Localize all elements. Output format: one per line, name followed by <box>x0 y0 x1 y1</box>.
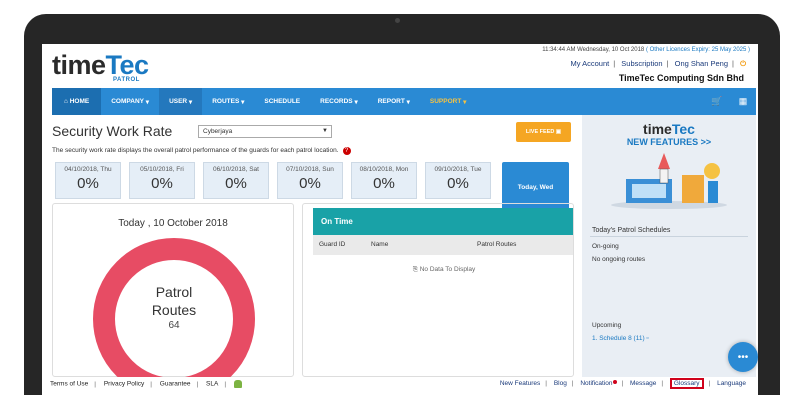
message-link[interactable]: Message <box>630 380 656 387</box>
apps-grid-icon[interactable]: ▦ <box>730 88 756 115</box>
day-card[interactable]: 08/10/2018, Mon 0% <box>351 162 417 199</box>
app-header: timeTec PATROL 11:34:44 AM Wednesday, 10… <box>42 44 758 88</box>
notification-dot <box>612 380 617 384</box>
nav-home[interactable]: ⌂ HOME <box>52 88 102 115</box>
page-title: Security Work Rate <box>52 123 173 139</box>
location-select[interactable]: Cyberjaya ▼ <box>198 125 332 138</box>
cart-icon[interactable]: 🛒 <box>704 88 730 115</box>
patrol-routes-panel: Today , 10 October 2018 Patrol Routes 64 <box>52 203 294 395</box>
no-ongoing-routes: No ongoing routes <box>592 256 646 263</box>
main-content: Security Work Rate Cyberjaya ▼ LIVE FEED … <box>52 115 582 395</box>
nav-schedule[interactable]: SCHEDULE <box>254 88 310 115</box>
today-date-label: Today , 10 October 2018 <box>118 218 228 229</box>
company-name: TimeTec Computing Sdn Bhd <box>618 73 744 83</box>
subscription-link[interactable]: Subscription <box>621 59 662 68</box>
empty-inbox-icon: ⎘ <box>412 266 418 273</box>
col-guard-id: Guard ID <box>319 241 346 248</box>
language-link[interactable]: Language <box>717 380 746 387</box>
day-card[interactable]: 07/10/2018, Sun 0% <box>277 162 343 199</box>
new-features-footer-link[interactable]: New Features <box>500 380 540 387</box>
upcoming-label: Upcoming <box>592 322 622 329</box>
divider <box>590 236 748 237</box>
footer: Terms of Use | Privacy Policy | Guarantee |… <box>42 377 758 395</box>
app-screen: timeTec PATROL 11:34:44 AM Wednesday, 10… <box>42 44 758 395</box>
description-text: The security work rate displays the over… <box>52 147 351 155</box>
day-cards: 04/10/2018, Thu 0% 05/10/2018, Fri 0% 06/1… <box>55 162 491 199</box>
top-links: My Account | Subscription | Ong Shan Peng |… <box>570 59 746 68</box>
right-sidebar: timeTec NEW FEATURES >> Today's Patrol S… <box>582 115 756 377</box>
main-nav: ⌂ HOME COMPANY ▾ USER ▾ ROUTES ▾ SCHEDUL… <box>52 88 756 115</box>
chat-bubble-icon[interactable]: ••• <box>728 342 758 372</box>
my-account-link[interactable]: My Account <box>570 59 609 68</box>
ontime-header: On Time <box>313 208 573 235</box>
col-patrol-routes: Patrol Routes <box>477 241 517 248</box>
user-name-link[interactable]: Ong Shan Peng <box>675 59 728 68</box>
glossary-link[interactable]: Glossary <box>669 378 704 389</box>
footer-right-links: New Features | Blog | Notification | Messag… <box>499 378 746 389</box>
datetime-text: 11:34:44 AM Wednesday, 10 Oct 2018 <box>542 47 645 53</box>
camera-dot <box>395 18 400 23</box>
nav-support[interactable]: SUPPORT ▾ <box>420 88 477 115</box>
privacy-link[interactable]: Privacy Policy <box>104 381 144 388</box>
new-features-link[interactable]: NEW FEATURES >> <box>582 137 756 147</box>
blog-link[interactable]: Blog <box>554 380 567 387</box>
nav-user[interactable]: USER ▾ <box>159 88 203 115</box>
new-features-logo[interactable]: timeTec <box>582 121 756 137</box>
nav-company[interactable]: COMPANY ▾ <box>101 88 159 115</box>
no-data-message: ⎘ No Data To Display <box>412 266 476 273</box>
sla-link[interactable]: SLA <box>206 381 218 388</box>
ring-label: Patrol Routes 64 <box>93 284 255 331</box>
day-card[interactable]: 09/10/2018, Tue 0% <box>425 162 491 199</box>
schedules-title: Today's Patrol Schedules <box>592 227 671 234</box>
patrol-routes-count: 64 <box>168 320 180 331</box>
day-card[interactable]: 05/10/2018, Fri 0% <box>129 162 195 199</box>
licence-expiry[interactable]: ( Other Licences Expiry: 25 May 2025 ) <box>646 47 750 53</box>
copy-icon: ▫ <box>646 335 649 342</box>
nav-records[interactable]: RECORDS ▾ <box>310 88 368 115</box>
nav-routes[interactable]: ROUTES ▾ <box>202 88 254 115</box>
upcoming-schedule-link[interactable]: 1. Schedule 8 (11) ▫ <box>592 335 649 342</box>
power-icon[interactable]: ⏻ <box>740 59 746 68</box>
ontime-table-header: Guard ID Name Patrol Routes <box>313 235 573 255</box>
notification-link[interactable]: Notification <box>580 380 617 387</box>
col-name: Name <box>371 241 389 248</box>
rocket-illustration <box>611 153 727 209</box>
ontime-panel: On Time Guard ID Name Patrol Routes ⎘ No… <box>302 203 574 377</box>
chevron-down-icon: ▼ <box>322 128 328 134</box>
ongoing-label: On-going <box>592 243 619 250</box>
terms-link[interactable]: Terms of Use <box>50 381 88 388</box>
nav-report[interactable]: REPORT ▾ <box>368 88 420 115</box>
footer-left-links: Terms of Use | Privacy Policy | Guarantee |… <box>50 380 242 388</box>
day-card[interactable]: 06/10/2018, Sat 0% <box>203 162 269 199</box>
guarantee-link[interactable]: Guarantee <box>160 381 191 388</box>
logo-subtitle: PATROL <box>113 77 140 83</box>
day-card[interactable]: 04/10/2018, Thu 0% <box>55 162 121 199</box>
android-icon[interactable] <box>233 380 242 388</box>
current-datetime: 11:34:44 AM Wednesday, 10 Oct 2018 ( Oth… <box>542 47 750 53</box>
help-icon[interactable]: ? <box>342 147 351 155</box>
live-feed-button[interactable]: LIVE FEED ▣ <box>516 122 571 142</box>
